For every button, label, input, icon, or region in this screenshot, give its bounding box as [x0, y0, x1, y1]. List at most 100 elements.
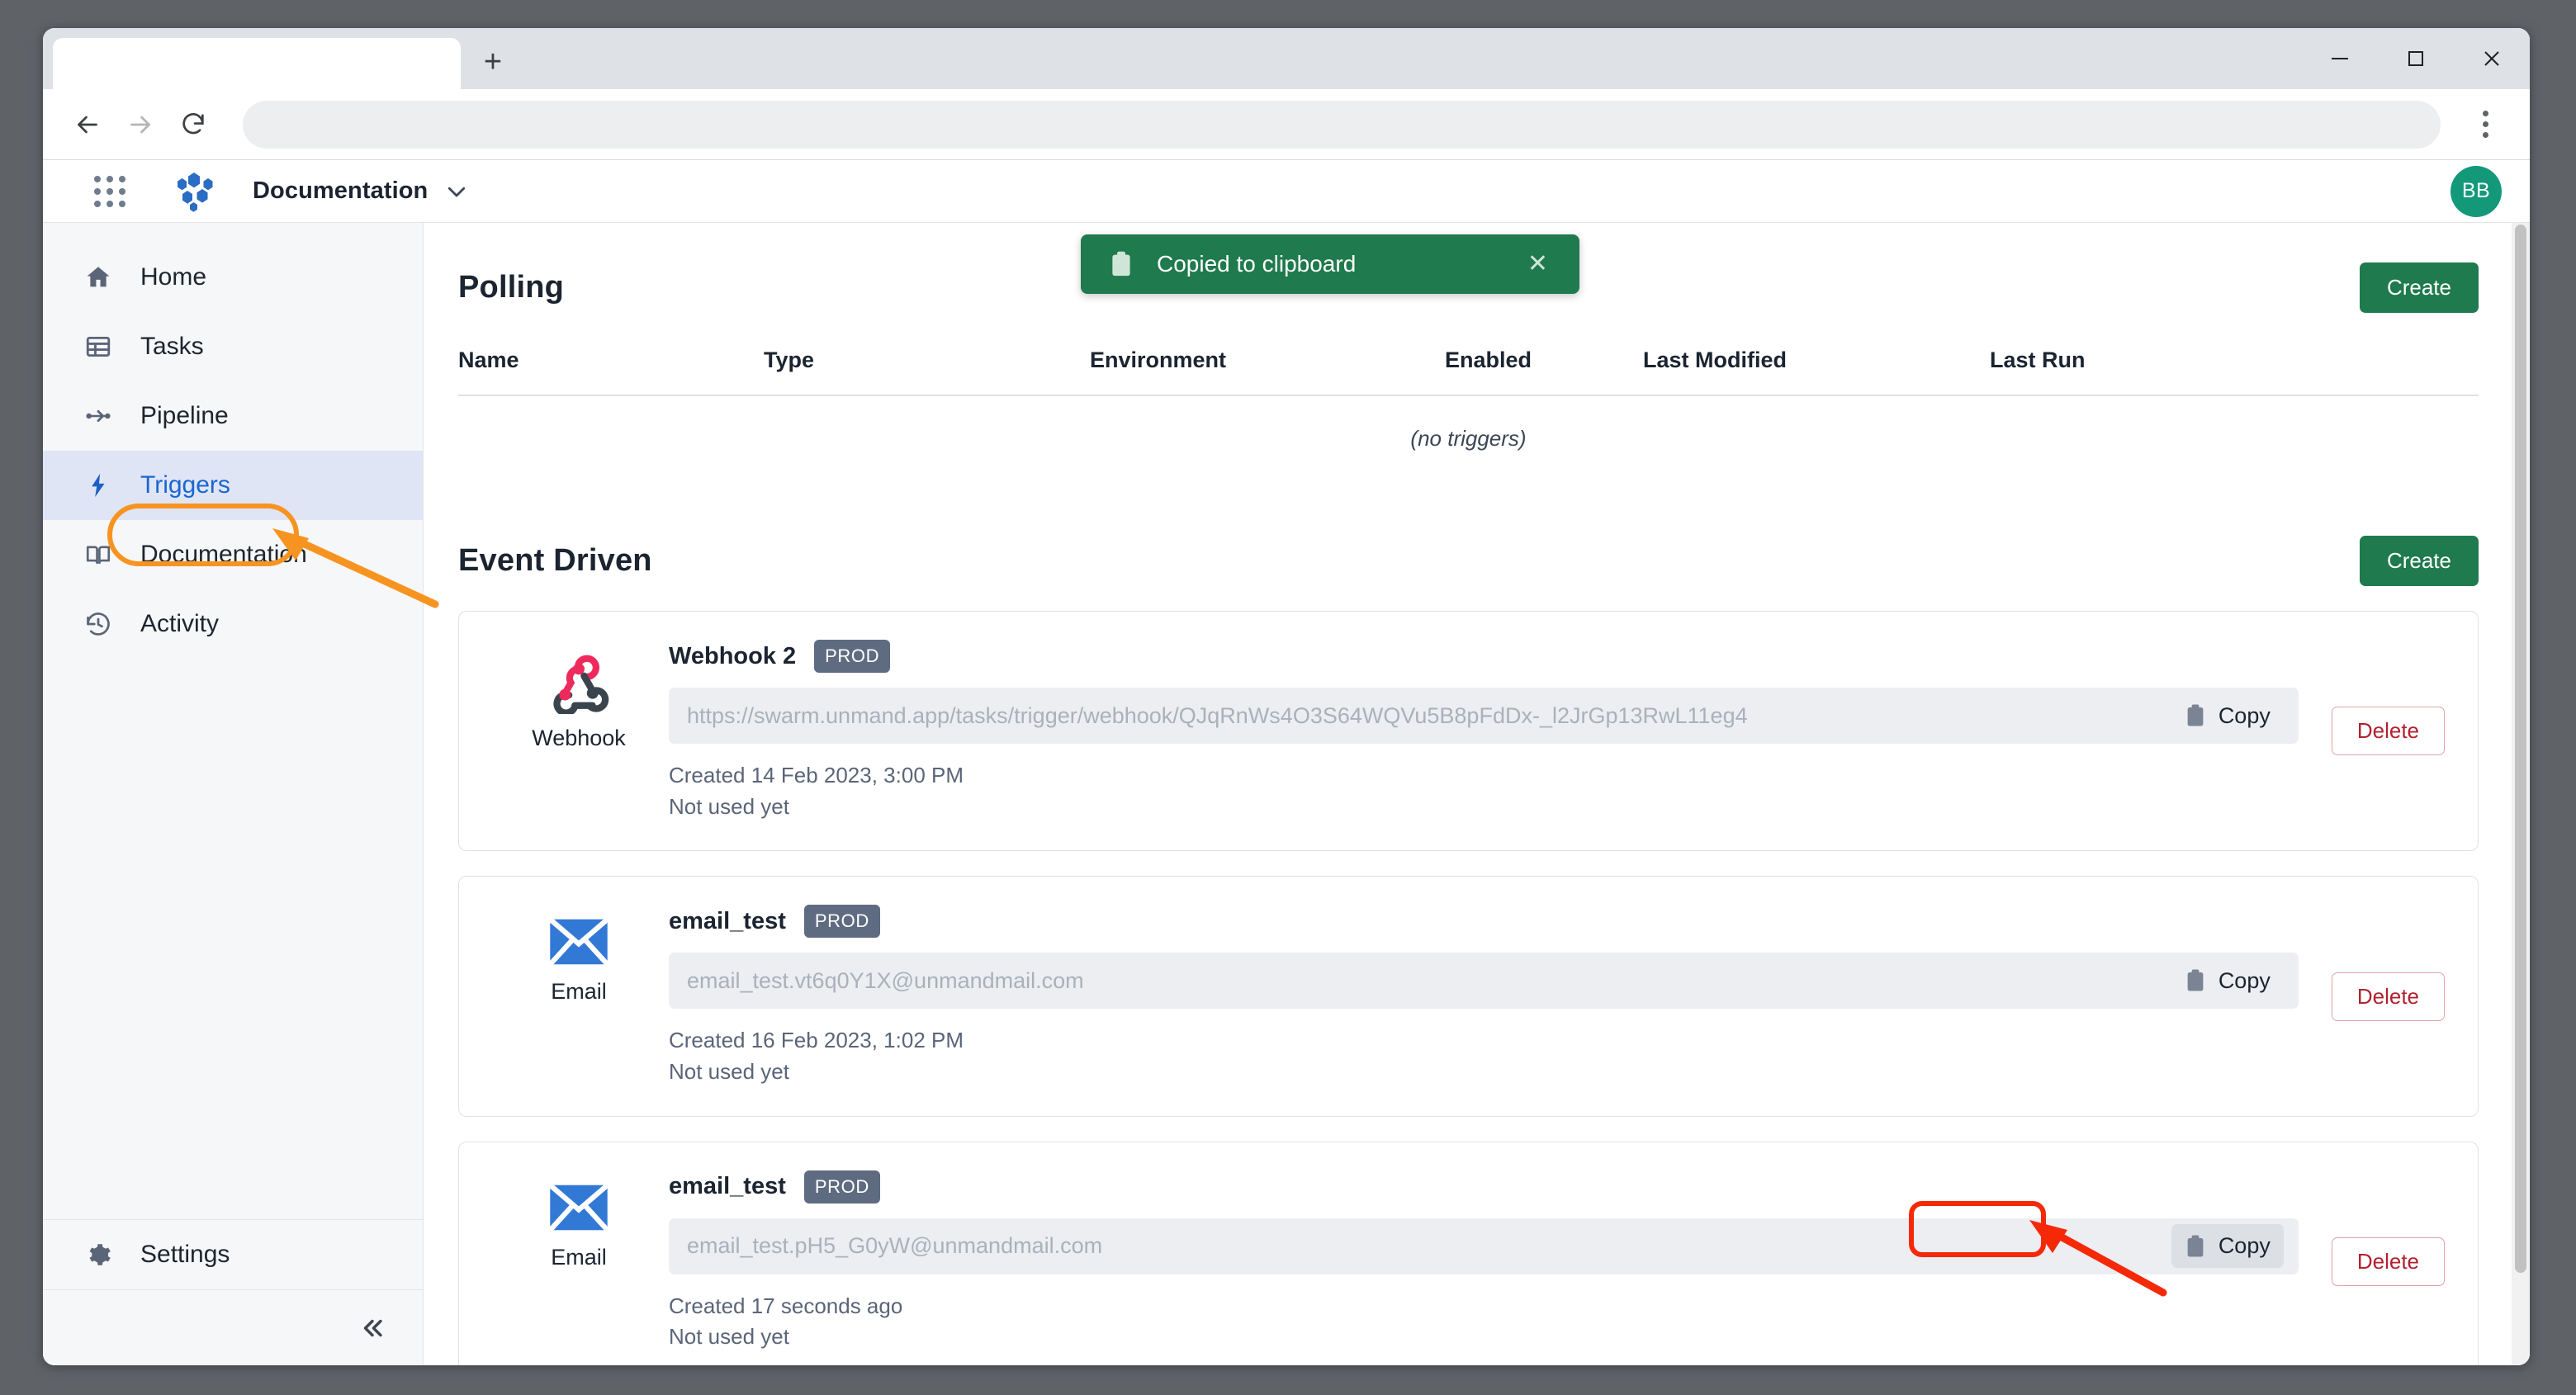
trigger-usage: Not used yet: [669, 1057, 2299, 1088]
trigger-name: Webhook 2: [669, 643, 796, 670]
workspace-name: Documentation: [253, 177, 428, 205]
gear-icon: [84, 1241, 121, 1269]
browser-tab[interactable]: [53, 38, 461, 89]
sidebar-item-label: Pipeline: [140, 402, 229, 430]
trigger-created: Created 16 Feb 2023, 1:02 PM: [669, 1025, 2299, 1057]
column-header-environment: Environment: [1090, 339, 1445, 395]
new-tab-button[interactable]: +: [467, 36, 519, 87]
trigger-type-column: Email: [489, 905, 669, 1005]
window-controls: [2302, 28, 2530, 89]
maximize-icon: [2404, 47, 2427, 70]
copy-button[interactable]: Copy: [2171, 694, 2284, 738]
delete-button[interactable]: Delete: [2332, 972, 2445, 1021]
event-driven-create-button[interactable]: Create: [2360, 536, 2479, 586]
trigger-details: email_test PROD email_test.pH5_G0yW@unma…: [669, 1170, 2299, 1353]
trigger-actions: Delete: [2299, 707, 2445, 755]
sidebar-item-tasks[interactable]: Tasks: [43, 312, 423, 381]
sidebar-item-pipeline[interactable]: Pipeline: [43, 381, 423, 451]
browser-menu-button[interactable]: [2459, 98, 2512, 151]
copy-button[interactable]: Copy: [2171, 959, 2284, 1003]
hex-logo-icon: [170, 171, 218, 212]
sidebar-nav-list: Home Tasks Pipeline: [43, 223, 423, 1219]
trigger-meta: Created 17 seconds ago Not used yet: [669, 1291, 2299, 1353]
browser-forward-button[interactable]: [114, 98, 167, 151]
address-bar[interactable]: [243, 101, 2441, 149]
toast-message: Copied to clipboard: [1157, 251, 1519, 277]
event-driven-section-header: Event Driven Create: [458, 536, 2479, 586]
reload-icon: [179, 111, 207, 139]
browser-reload-button[interactable]: [167, 98, 220, 151]
sidebar-item-label: Documentation: [140, 541, 307, 569]
sidebar-item-label: Home: [140, 263, 206, 291]
trigger-details: email_test PROD email_test.vt6q0Y1X@unma…: [669, 905, 2299, 1087]
main-scrollbar[interactable]: [2512, 223, 2530, 1365]
minimize-icon: [2328, 47, 2351, 70]
trigger-usage: Not used yet: [669, 1322, 2299, 1353]
delete-button[interactable]: Delete: [2332, 707, 2445, 755]
sidebar-item-activity[interactable]: Activity: [43, 589, 423, 659]
trigger-value-row: email_test.vt6q0Y1X@unmandmail.com Copy: [669, 953, 2299, 1009]
window-close-button[interactable]: [2454, 28, 2530, 89]
delete-button[interactable]: Delete: [2332, 1237, 2445, 1286]
lightning-bolt-icon: [84, 471, 121, 499]
table-icon: [84, 333, 121, 361]
column-header-type: Type: [764, 339, 1090, 395]
trigger-actions: Delete: [2299, 972, 2445, 1021]
sidebar-item-settings[interactable]: Settings: [43, 1220, 423, 1289]
polling-table: Name Type Environment Enabled Last Modif…: [458, 339, 2479, 476]
double-chevron-left-icon: [358, 1314, 386, 1342]
polling-title: Polling: [458, 270, 564, 305]
copy-button[interactable]: Copy: [2171, 1224, 2284, 1268]
sidebar-bottom: Settings: [43, 1219, 423, 1365]
sidebar-item-triggers[interactable]: Triggers: [43, 451, 423, 520]
window-maximize-button[interactable]: [2378, 28, 2454, 89]
application: Documentation BB Home: [43, 160, 2530, 1365]
new-tab-label: +: [484, 46, 502, 78]
close-icon: [2480, 47, 2503, 70]
trigger-type-column: Email: [489, 1170, 669, 1270]
browser-back-button[interactable]: [61, 98, 114, 151]
browser-toolbar: [43, 89, 2530, 160]
sidebar-item-documentation[interactable]: Documentation: [43, 520, 423, 589]
copy-button-label: Copy: [2218, 703, 2271, 729]
apps-grid-icon[interactable]: [94, 176, 125, 207]
scrollbar-thumb[interactable]: [2515, 225, 2526, 1273]
home-icon: [84, 263, 121, 291]
copy-button-label: Copy: [2218, 1233, 2271, 1259]
book-icon: [84, 541, 121, 569]
trigger-type-label: Email: [551, 979, 607, 1005]
trigger-value-row: email_test.pH5_G0yW@unmandmail.com Copy: [669, 1218, 2299, 1274]
clipboard-icon: [1109, 250, 1134, 278]
polling-create-button[interactable]: Create: [2360, 262, 2479, 313]
toast-close-button[interactable]: ✕: [1519, 247, 1556, 281]
sidebar-item-label: Tasks: [140, 333, 204, 361]
trigger-actions: Delete: [2299, 1237, 2445, 1286]
copy-button-label: Copy: [2218, 968, 2271, 994]
email-icon: [547, 1182, 610, 1233]
email-icon: [547, 916, 610, 967]
trigger-type-column: Webhook: [489, 640, 669, 751]
main-content: Polling Create Name Type Environment Ena…: [424, 223, 2530, 1365]
forward-arrow-icon: [125, 110, 155, 140]
column-header-enabled: Enabled: [1445, 339, 1643, 395]
workspace-chevron-down-icon[interactable]: [444, 179, 469, 204]
column-header-last-run: Last Run: [1990, 339, 2479, 395]
trigger-created: Created 17 seconds ago: [669, 1291, 2299, 1322]
app-header: Documentation BB: [43, 160, 2530, 223]
webhook-icon: [547, 651, 610, 714]
status-badge: PROD: [814, 640, 890, 673]
trigger-card: Email email_test PROD email_test.vt6q0Y1…: [458, 876, 2479, 1116]
trigger-url-value: https://swarm.unmand.app/tasks/trigger/w…: [687, 703, 2171, 729]
avatar[interactable]: BB: [2451, 166, 2502, 217]
trigger-card: Email email_test PROD email_test.pH5_G0y…: [458, 1142, 2479, 1365]
status-badge: PROD: [804, 905, 880, 938]
sidebar-item-label: Activity: [140, 610, 219, 638]
back-arrow-icon: [73, 110, 102, 140]
sidebar-collapse-button[interactable]: [43, 1289, 423, 1365]
window-minimize-button[interactable]: [2302, 28, 2378, 89]
trigger-meta: Created 14 Feb 2023, 3:00 PM Not used ye…: [669, 760, 2299, 822]
sidebar-item-home[interactable]: Home: [43, 243, 423, 312]
trigger-meta: Created 16 Feb 2023, 1:02 PM Not used ye…: [669, 1025, 2299, 1087]
column-header-name: Name: [458, 339, 764, 395]
polling-empty-row: (no triggers): [458, 395, 2479, 476]
